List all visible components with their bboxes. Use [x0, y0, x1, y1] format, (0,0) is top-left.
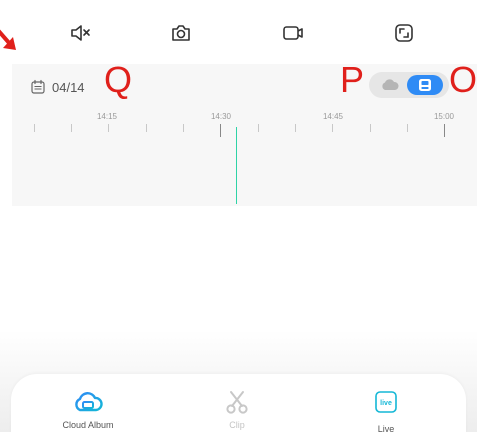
nav-label-clip: Clip	[229, 420, 245, 430]
annotation-label-p: P	[340, 59, 365, 100]
timeline-tick	[407, 124, 408, 132]
nav-label-cloud-album: Cloud Album	[62, 420, 114, 430]
timeline-tick	[258, 124, 259, 132]
fullscreen-button[interactable]	[389, 18, 419, 48]
time-label: 15:00	[433, 112, 455, 121]
storage-toggle[interactable]	[369, 72, 449, 98]
speaker-muted-icon	[71, 25, 90, 41]
timeline-tick	[295, 124, 296, 132]
time-label: 14:30	[210, 112, 232, 121]
date-selector[interactable]: 04/14	[30, 77, 85, 97]
timeline-tick	[34, 124, 35, 132]
camera-icon	[172, 25, 190, 41]
cloud-icon	[382, 79, 399, 90]
video-camera-icon	[283, 26, 303, 40]
nav-live[interactable]: live Live	[336, 390, 436, 432]
mute-button[interactable]	[66, 18, 96, 48]
timeline-tick	[71, 124, 72, 132]
time-label: 14:45	[322, 112, 344, 121]
nav-clip[interactable]: Clip	[187, 390, 287, 430]
cloud-storage-option[interactable]	[379, 77, 401, 93]
annotation-label-o: O	[449, 59, 477, 100]
timeline-tick	[183, 124, 184, 132]
snapshot-button[interactable]	[166, 18, 196, 48]
calendar-icon	[31, 79, 45, 94]
annotation-label-q: Q	[104, 59, 133, 100]
date-label: 04/14	[52, 79, 85, 95]
time-label: 14:15	[96, 112, 118, 121]
scissors-icon	[226, 391, 248, 414]
cloud-album-icon	[75, 392, 103, 412]
live-badge-text: live	[380, 400, 392, 407]
timeline-cursor[interactable]	[236, 127, 237, 204]
annotation-arrow-icon	[0, 29, 16, 50]
timeline-tick	[370, 124, 371, 132]
expand-icon	[395, 24, 413, 42]
nav-label-live: Live	[377, 424, 395, 432]
timeline-tick	[108, 124, 109, 132]
nav-cloud-album[interactable]: Cloud Album	[38, 390, 138, 430]
bottom-nav: Cloud Album Clip live Live	[11, 374, 466, 432]
timeline-tick-major	[444, 124, 445, 137]
sd-card-icon	[419, 79, 431, 91]
record-button[interactable]	[278, 18, 308, 48]
timeline-tick	[332, 124, 333, 132]
timeline-tick	[146, 124, 147, 132]
local-storage-option[interactable]	[407, 75, 443, 95]
live-icon: live	[375, 391, 397, 413]
timeline-tick-major	[220, 124, 221, 137]
top-controls	[0, 18, 477, 48]
